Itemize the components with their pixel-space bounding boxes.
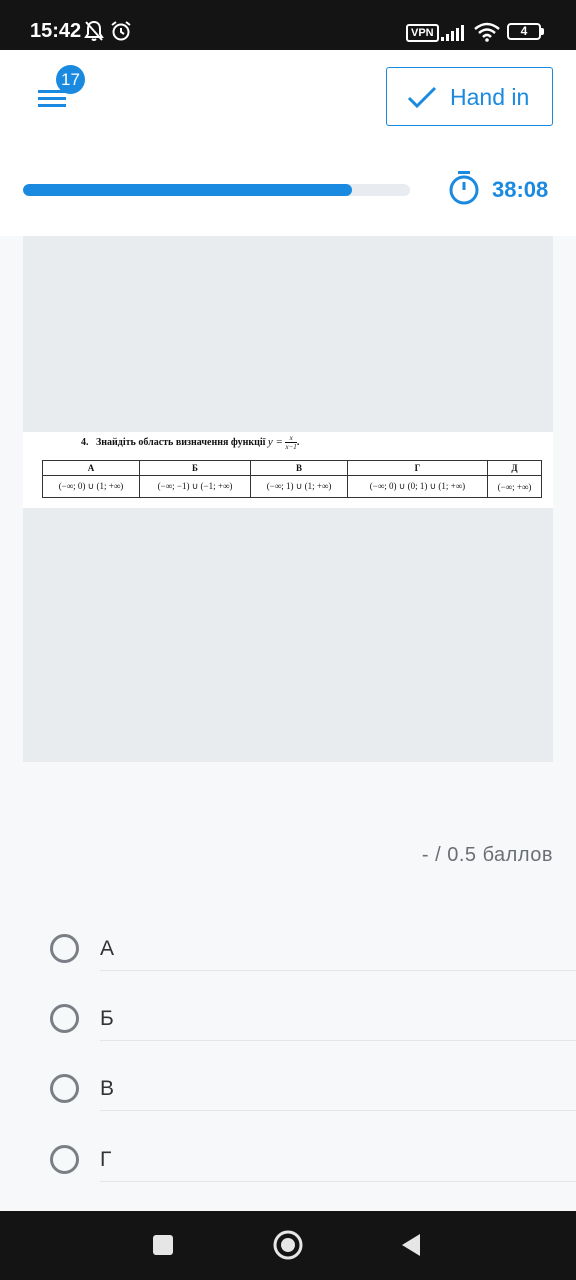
option-label: А (100, 937, 115, 960)
option-divider (100, 970, 576, 971)
status-bar: 15:42 VPN 4 (0, 0, 576, 50)
fraction-denominator: x−1 (285, 443, 297, 451)
answer-header: Д (486, 460, 543, 476)
recent-apps-icon[interactable] (152, 1234, 174, 1256)
option-v[interactable]: В (48, 1067, 576, 1111)
radio-button[interactable] (50, 934, 79, 963)
question-number: 4. (81, 436, 89, 448)
option-divider (100, 1040, 576, 1041)
checkmark-icon (407, 86, 437, 109)
battery-icon: 4 (507, 23, 541, 40)
question-trailing: . (296, 436, 300, 448)
hand-in-label: Hand in (450, 84, 530, 110)
score-text: - / 0.5 баллов (421, 844, 553, 866)
answer-cell: (−∞; +∞) (486, 475, 543, 498)
timer-text: 38:08 (492, 177, 549, 202)
status-time: 15:42 (30, 20, 82, 42)
home-icon[interactable] (272, 1229, 304, 1261)
answer-table: А Б В Г Д (−∞; 0) ∪ (1; +∞) (−∞; −1) ∪ (… (42, 460, 543, 498)
option-divider (100, 1181, 576, 1182)
navigation-bar (0, 1211, 576, 1280)
option-g[interactable]: Г (48, 1138, 576, 1182)
option-label: Б (100, 1007, 114, 1030)
progress-bar (23, 184, 410, 196)
option-a[interactable]: А (48, 927, 576, 971)
function-fraction: x x−1 (285, 434, 297, 451)
answer-table-row: (−∞; 0) ∪ (1; +∞) (−∞; −1) ∪ (−1; +∞) (−… (42, 475, 543, 498)
answer-table-header-row: А Б В Г Д (42, 460, 543, 476)
option-b[interactable]: Б (48, 997, 576, 1041)
question-count-badge: 17 (56, 65, 85, 94)
wifi-icon (474, 22, 500, 42)
option-divider (100, 1110, 576, 1111)
progress-fill (23, 184, 352, 196)
radio-button[interactable] (50, 1004, 79, 1033)
question-image: 4. Знайдіть область визначення функції y… (23, 236, 553, 762)
hand-in-button[interactable]: Hand in (386, 67, 553, 126)
back-icon[interactable] (400, 1233, 422, 1257)
function-lhs: y = (267, 435, 283, 448)
answer-cell: (−∞; −1) ∪ (−1; +∞) (138, 475, 252, 498)
vpn-badge: VPN (406, 24, 439, 42)
answer-cell: (−∞; 1) ∪ (1; +∞) (250, 475, 349, 498)
answer-header: Г (347, 460, 488, 476)
stopwatch-icon (449, 171, 479, 205)
answer-header: В (250, 460, 349, 476)
quiz-header: 17 Hand in 38:08 (0, 50, 576, 236)
muted-notifications-icon (84, 20, 104, 41)
signal-icon (441, 25, 464, 41)
radio-button[interactable] (50, 1074, 79, 1103)
radio-button[interactable] (50, 1145, 79, 1174)
battery-tip (541, 28, 544, 35)
answer-cell: (−∞; 0) ∪ (1; +∞) (42, 475, 140, 498)
answer-cell: (−∞; 0) ∪ (0; 1) ∪ (1; +∞) (347, 475, 488, 498)
answer-header: Б (138, 460, 252, 476)
option-label: В (100, 1077, 115, 1100)
answer-header: А (42, 460, 140, 476)
question-text: 4. Знайдіть область визначення функції y… (81, 434, 299, 451)
option-label: Г (100, 1148, 112, 1171)
fraction-numerator: x (285, 434, 297, 443)
question-prompt: Знайдіть область визначення функції (96, 436, 266, 448)
alarm-icon (111, 21, 131, 41)
task-band: 4. Знайдіть область визначення функції y… (23, 432, 553, 508)
